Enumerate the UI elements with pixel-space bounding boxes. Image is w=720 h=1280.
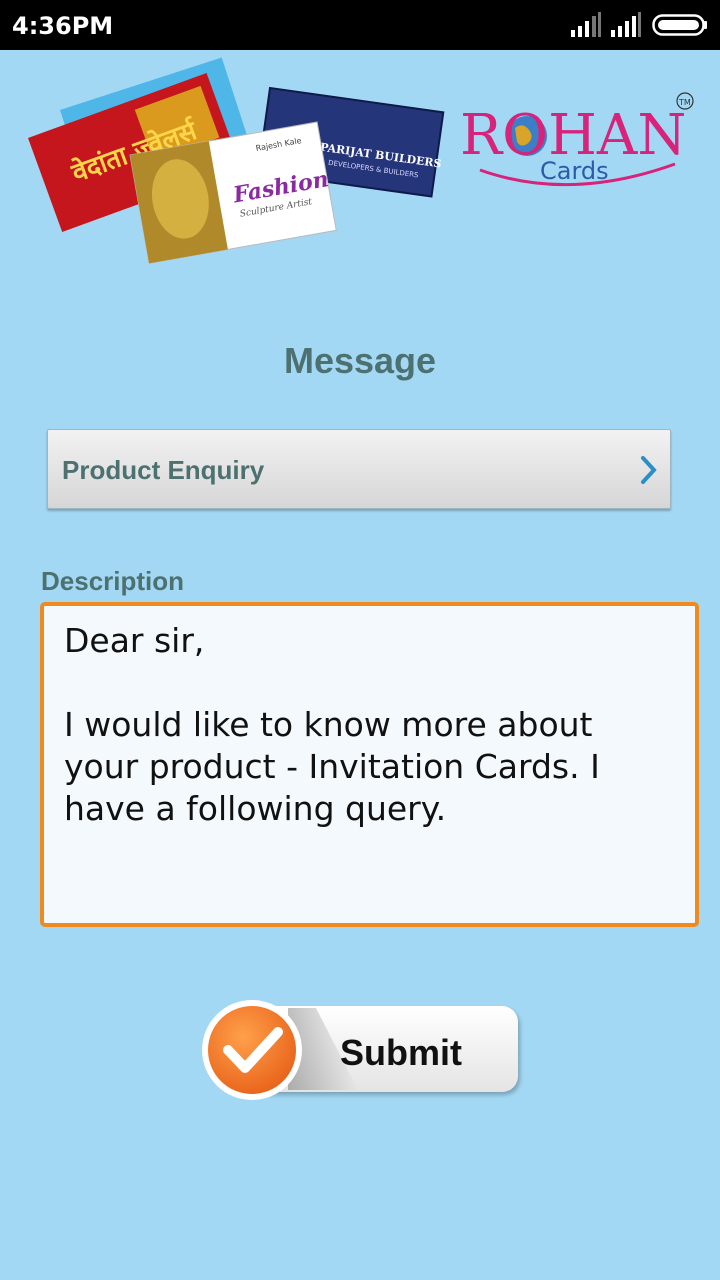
page-title: Message <box>283 340 437 381</box>
signal-icon <box>611 12 641 37</box>
checkmark-icon <box>202 1000 302 1100</box>
battery-icon <box>652 14 707 36</box>
logo-subtext: Cards <box>540 157 609 185</box>
subject-selected-value: Product Enquiry <box>62 455 265 485</box>
signal-icon <box>571 12 601 37</box>
chevron-right-icon <box>641 456 657 484</box>
subject-selector[interactable]: Product Enquiry <box>47 429 671 509</box>
svg-text:TM: TM <box>678 98 691 107</box>
banner-cards-image: PARIJAT BUILDERS DEVELOPERS & BUILDERS व… <box>27 57 694 264</box>
status-bar: 4:36PM <box>0 0 720 50</box>
description-label: Description <box>41 566 185 596</box>
description-textarea[interactable]: Dear sir, I would like to know more abou… <box>40 602 699 927</box>
submit-label: Submit <box>340 1032 462 1073</box>
rohan-cards-logo: ROHAN Cards TM <box>460 92 694 187</box>
submit-button[interactable]: Submit <box>198 996 522 1106</box>
status-time: 4:36PM <box>12 12 114 40</box>
